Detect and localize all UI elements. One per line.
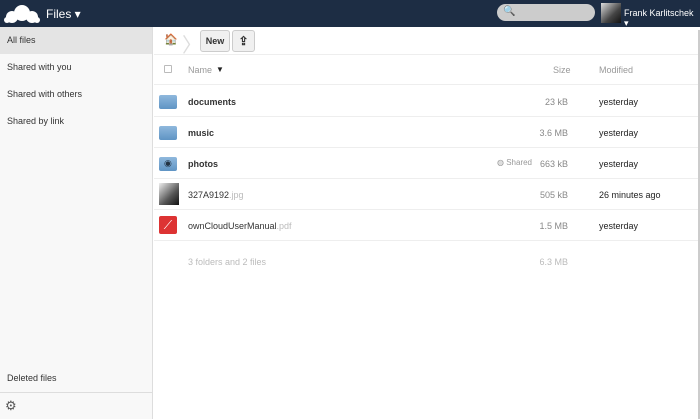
file-size: 1.5 MB [539, 221, 568, 231]
file-modified: yesterday [599, 159, 639, 169]
folder-icon [159, 126, 177, 140]
folder-icon [159, 95, 177, 109]
summary-row: 3 folders and 2 files 6.3 MB [154, 252, 700, 272]
user-menu[interactable]: Frank Karlitschek ▾ [624, 8, 700, 29]
name-header[interactable]: Name [188, 65, 212, 75]
sidebar-item-deleted-files[interactable]: Deleted files [7, 373, 57, 383]
select-all-checkbox[interactable] [164, 65, 172, 73]
table-header: Name ▼ Size Modified [154, 56, 700, 85]
size-header[interactable]: Size [553, 65, 571, 75]
sidebar: All files Shared with you Shared with ot… [0, 27, 153, 419]
file-modified: yesterday [599, 128, 639, 138]
home-icon[interactable]: 🏠 [164, 33, 178, 46]
summary-text: 3 folders and 2 files [188, 257, 267, 267]
image-thumbnail-icon [159, 183, 179, 205]
sort-icon[interactable]: ▼ [216, 65, 224, 74]
sidebar-item-shared-by-link[interactable]: Shared by link [0, 108, 152, 135]
table-row[interactable]: 327A9192.jpg 505 kB 26 minutes ago [154, 179, 700, 210]
search-icon: 🔍 [503, 6, 516, 17]
sidebar-item-shared-with-others[interactable]: Shared with others [0, 81, 152, 108]
file-name[interactable]: music [188, 128, 214, 138]
shared-indicator[interactable]: ◍ Shared [497, 158, 532, 167]
file-size: 3.6 MB [539, 128, 568, 138]
file-size: 663 kB [539, 159, 568, 169]
table-row[interactable]: music 3.6 MB yesterday [154, 117, 700, 148]
sidebar-item-shared-with-you[interactable]: Shared with you [0, 54, 152, 81]
upload-icon[interactable]: ⇪ [232, 30, 255, 52]
new-button[interactable]: New [200, 30, 230, 52]
file-modified: yesterday [599, 221, 639, 231]
owncloud-logo-icon[interactable] [4, 4, 40, 24]
top-bar: Files ▾ 🔍 Frank Karlitschek ▾ [0, 0, 700, 29]
breadcrumb-separator: 〉 [182, 35, 202, 57]
file-modified: yesterday [599, 97, 639, 107]
table-row[interactable]: ◉ photos ◍ Shared 663 kB yesterday [154, 148, 700, 179]
pdf-icon: ⟋ [159, 216, 177, 234]
table-row[interactable]: ⟋ ownCloudUserManual.pdf 1.5 MB yesterday [154, 210, 700, 241]
gear-icon: ⚙ [5, 398, 17, 413]
summary-size: 6.3 MB [539, 257, 568, 267]
table-row[interactable]: documents 23 kB yesterday [154, 86, 700, 117]
file-size: 505 kB [539, 190, 568, 200]
avatar[interactable] [601, 3, 621, 23]
file-name[interactable]: photos [188, 159, 218, 169]
controls-bar: 🏠 〉 New ⇪ [154, 27, 700, 57]
folder-icon: ◉ [159, 157, 177, 171]
file-name[interactable]: 327A9192.jpg [188, 190, 244, 200]
file-size: 23 kB [544, 97, 568, 107]
file-name[interactable]: ownCloudUserManual.pdf [188, 221, 292, 231]
sidebar-item-all-files[interactable]: All files [0, 27, 152, 54]
modified-header[interactable]: Modified [599, 65, 633, 75]
file-modified: 26 minutes ago [599, 190, 661, 200]
settings-button[interactable]: ⚙ [0, 392, 153, 419]
search-input[interactable]: 🔍 [497, 4, 595, 21]
file-name[interactable]: documents [188, 97, 236, 107]
app-menu[interactable]: Files ▾ [46, 7, 81, 21]
